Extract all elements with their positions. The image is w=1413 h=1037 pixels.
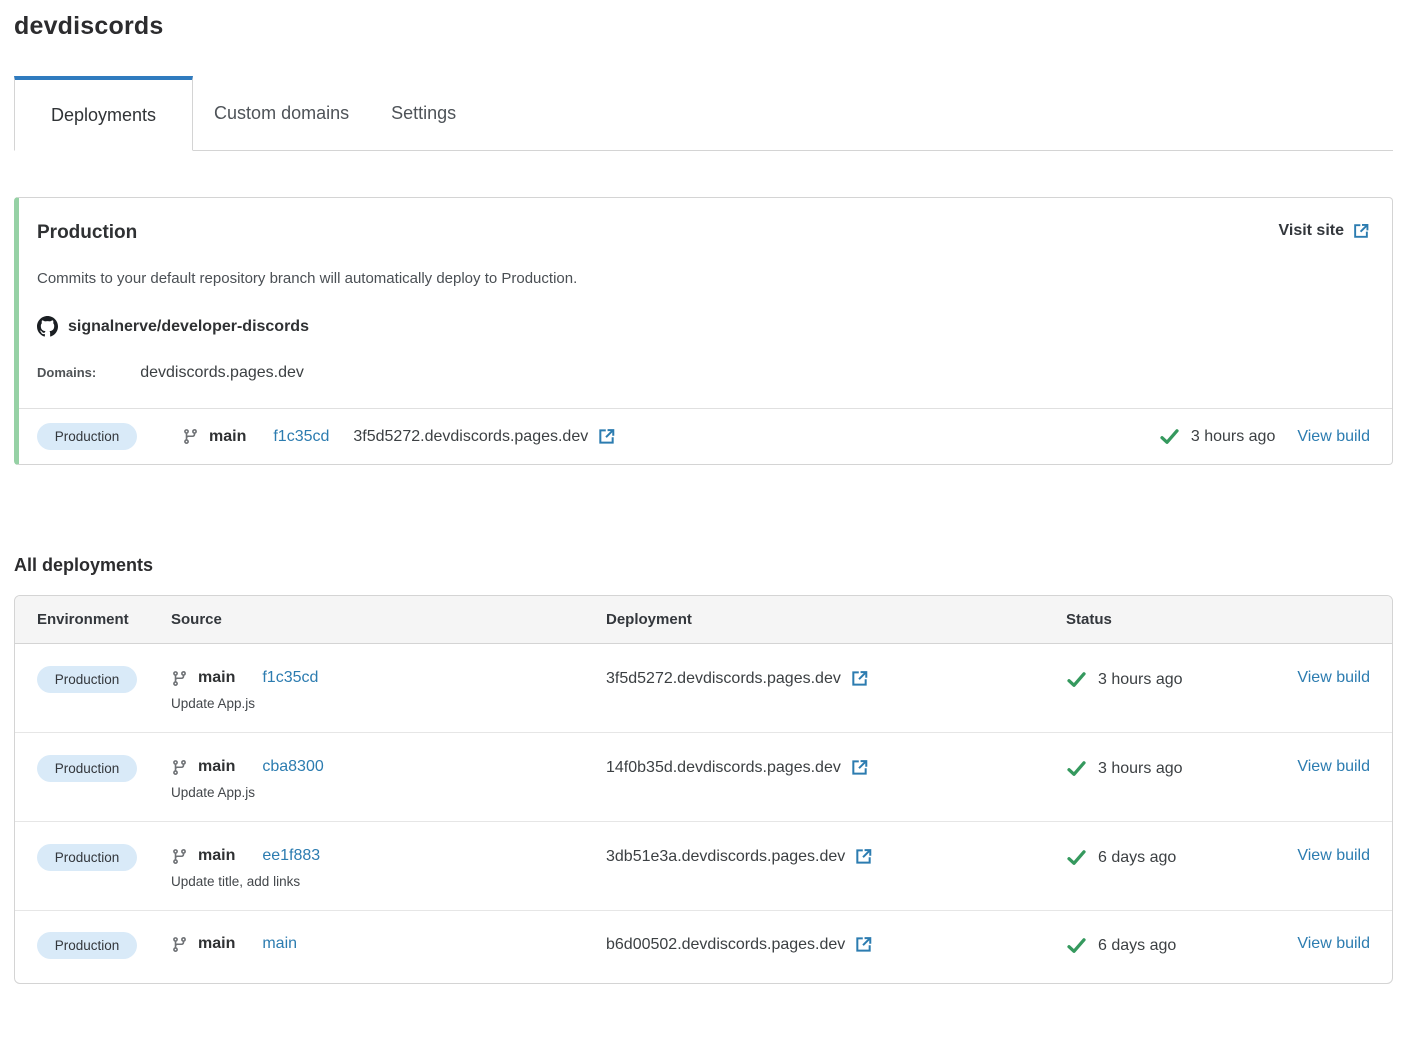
repo-link[interactable]: signalnerve/developer-discords [37,316,1370,337]
commit-link[interactable]: ee1f883 [262,847,320,865]
commit-link[interactable]: main [262,935,297,953]
repo-name: signalnerve/developer-discords [68,317,309,335]
external-link-icon [852,671,868,686]
branch-name: main [198,669,236,686]
view-build-link[interactable]: View build [1297,758,1370,775]
deployments-table: Environment Source Deployment Status Pro… [14,595,1393,984]
external-link-icon [599,429,615,444]
column-header-environment: Environment [37,611,129,628]
deployment-url-link[interactable]: 3db51e3a.devdiscords.pages.dev [606,847,873,866]
git-branch-icon [171,936,188,953]
git-branch-icon [171,848,188,865]
domains-value: devdiscords.pages.dev [140,364,304,381]
production-description: Commits to your default repository branc… [37,270,578,287]
deployment-url-link[interactable]: 3f5d5272.devdiscords.pages.dev [606,669,869,688]
tab-custom-domains[interactable]: Custom domains [193,76,370,150]
tab-settings[interactable]: Settings [370,76,477,150]
tab-bar: Deployments Custom domains Settings [14,76,1393,151]
column-header-source: Source [171,611,222,628]
deployment-time: 3 hours ago [1190,427,1276,445]
branch-name: main [209,427,247,445]
environment-badge: Production [37,844,137,871]
check-icon [1067,850,1086,865]
view-build-link[interactable]: View build [1297,669,1370,686]
deployment-url: 3db51e3a.devdiscords.pages.dev [606,847,846,865]
deployment-url: 3f5d5272.devdiscords.pages.dev [353,427,589,445]
visit-site-link[interactable]: Visit site [1278,222,1370,240]
column-header-deployment: Deployment [606,611,692,628]
check-icon [1160,429,1179,444]
external-link-icon [856,849,872,864]
deployment-time: 3 hours ago [1098,670,1183,688]
deployment-time: 6 days ago [1098,848,1177,866]
check-icon [1067,938,1086,953]
tab-deployments[interactable]: Deployments [14,76,194,151]
deployment-url: 3f5d5272.devdiscords.pages.dev [606,669,841,687]
external-link-icon [852,760,868,775]
production-card: Production Visit site Commits to your de… [14,197,1393,465]
deployment-url: b6d00502.devdiscords.pages.dev [606,935,846,953]
deployment-url-link[interactable]: 14f0b35d.devdiscords.pages.dev [606,758,869,777]
check-icon [1067,761,1086,776]
visit-site-label: Visit site [1278,222,1344,239]
deployment-time: 6 days ago [1098,936,1177,954]
github-icon [37,316,58,337]
commit-message: Update App.js [171,785,256,800]
table-row: Production main cba8300 Update App.js 14… [15,733,1392,822]
environment-badge: Production [37,932,137,959]
page-title: devdiscords [14,12,164,40]
git-branch-icon [171,759,188,776]
view-build-link[interactable]: View build [1297,847,1370,864]
domains-label: Domains: [37,365,97,380]
branch-name: main [198,935,236,952]
production-card-title: Production [37,222,138,243]
column-header-status: Status [1066,611,1112,628]
git-branch-icon [182,428,199,445]
environment-badge: Production [37,666,137,693]
table-row: Production main ee1f883 Update title, ad… [15,822,1392,911]
branch-name: main [198,847,236,864]
external-link-icon [856,937,872,952]
commit-link[interactable]: f1c35cd [273,428,329,446]
view-build-link[interactable]: View build [1297,428,1370,446]
git-branch-icon [171,670,188,687]
view-build-link[interactable]: View build [1297,935,1370,952]
production-deployment-row: Production main f1c35cd 3f5d5272.devdisc… [19,408,1392,464]
external-link-icon [1354,223,1369,238]
table-row: Production main f1c35cd Update App.js 3f… [15,644,1392,733]
check-icon [1067,672,1086,687]
deployment-url: 14f0b35d.devdiscords.pages.dev [606,758,841,776]
all-deployments-title: All deployments [14,555,154,575]
commit-message: Update App.js [171,696,256,711]
deployment-url-link[interactable]: b6d00502.devdiscords.pages.dev [606,935,873,954]
environment-badge: Production [37,423,137,450]
deployment-url-link[interactable]: 3f5d5272.devdiscords.pages.dev [353,427,616,446]
commit-link[interactable]: f1c35cd [262,669,318,687]
branch-name: main [198,758,236,775]
table-header-row: Environment Source Deployment Status [15,596,1392,644]
commit-link[interactable]: cba8300 [262,758,323,776]
table-row: Production main main b6d00502.devdiscord… [15,911,1392,983]
environment-badge: Production [37,755,137,782]
deployment-time: 3 hours ago [1098,759,1183,777]
commit-message: Update title, add links [171,874,301,889]
